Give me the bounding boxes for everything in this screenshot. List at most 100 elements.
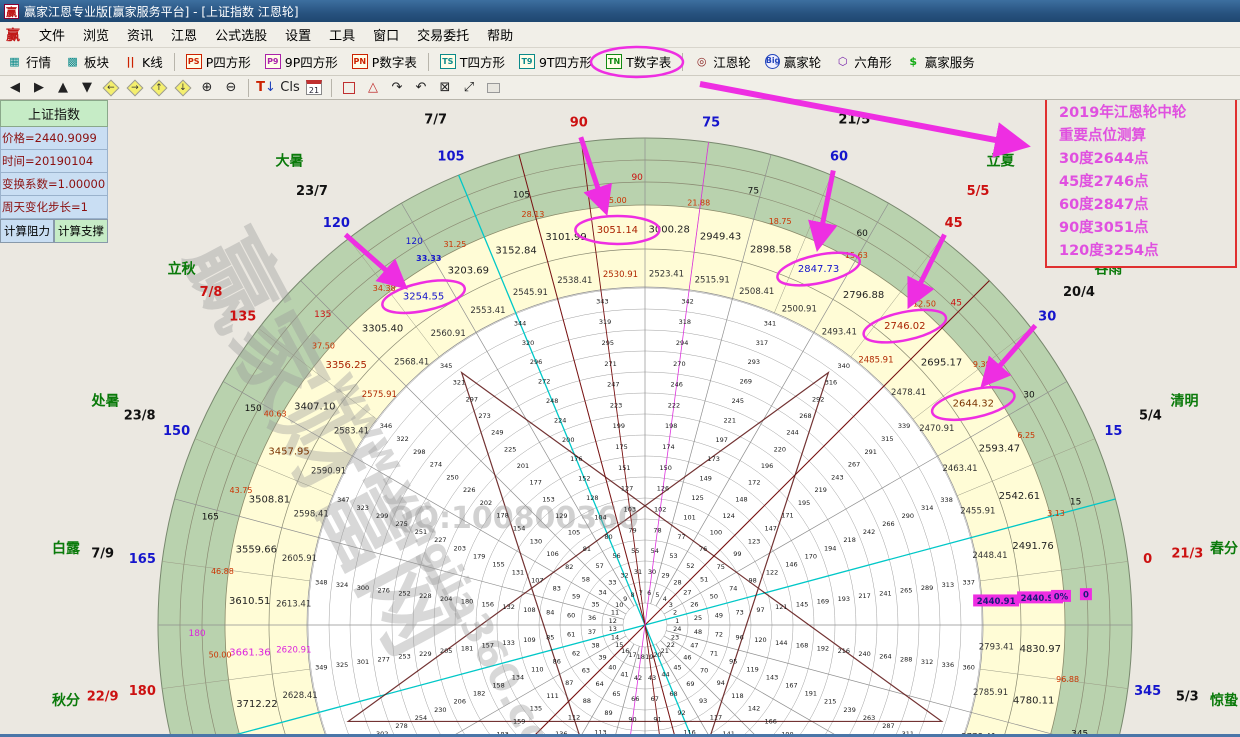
calc-resistance-button[interactable]: 计算阻力	[0, 219, 54, 243]
rotate-cw-button[interactable]: ↷	[386, 78, 408, 98]
svg-text:5: 5	[655, 591, 659, 599]
svg-text:2455.91: 2455.91	[960, 506, 995, 516]
svg-text:65: 65	[612, 690, 620, 698]
delete-box-button[interactable]: ⊠	[434, 78, 456, 98]
date-field: 时间=20190104	[0, 150, 108, 173]
toolbar-button-9T四方形[interactable]: T99T四方形	[512, 50, 599, 74]
svg-text:299: 299	[376, 512, 388, 520]
move-right-button[interactable]: →	[124, 78, 146, 98]
menu-item-2[interactable]: 资讯	[118, 22, 162, 47]
toolbar-button-赢家服务[interactable]: $赢家服务	[899, 50, 982, 74]
svg-text:25.00: 25.00	[604, 196, 627, 205]
svg-text:242: 242	[863, 528, 875, 536]
svg-text:62: 62	[572, 650, 580, 658]
svg-text:150: 150	[245, 404, 262, 414]
toolbar-label: 9T四方形	[539, 52, 592, 71]
svg-text:122: 122	[766, 568, 778, 576]
svg-text:92: 92	[677, 709, 685, 717]
svg-text:2898.58: 2898.58	[750, 244, 791, 255]
toolbar-button-P数字表[interactable]: PNP数字表	[345, 50, 424, 74]
toolbar-button-行情[interactable]: ▦行情	[0, 50, 58, 74]
svg-text:12: 12	[609, 617, 617, 625]
menu-item-5[interactable]: 设置	[276, 22, 320, 47]
svg-text:3305.40: 3305.40	[362, 323, 403, 334]
kline-icon: ||	[123, 54, 138, 69]
triangle-tool-button[interactable]: △	[362, 78, 384, 98]
title-bar: 赢 赢家江恩专业版[赢家服务平台] - [上证指数 江恩轮]	[0, 0, 1240, 22]
toolbar-button-P四方形[interactable]: PSP四方形	[179, 50, 258, 74]
svg-text:2523.41: 2523.41	[649, 270, 684, 280]
menu-item-9[interactable]: 帮助	[478, 22, 522, 47]
page-right-button[interactable]: ▶	[28, 78, 50, 98]
svg-text:48: 48	[694, 628, 702, 636]
svg-text:2500.91: 2500.91	[782, 305, 817, 315]
menu-item-4[interactable]: 公式选股	[206, 22, 276, 47]
page-down-button[interactable]: ▼	[76, 78, 98, 98]
svg-text:271: 271	[604, 360, 616, 368]
menu-item-8[interactable]: 交易委托	[408, 22, 478, 47]
svg-text:301: 301	[357, 658, 369, 666]
menu-item-6[interactable]: 工具	[320, 22, 364, 47]
svg-text:131: 131	[512, 568, 524, 576]
page-left-button[interactable]: ◀	[4, 78, 26, 98]
toolbar-button-K线[interactable]: ||K线	[116, 50, 170, 74]
svg-text:202: 202	[480, 499, 492, 507]
svg-text:2560.91: 2560.91	[431, 329, 466, 339]
svg-text:11: 11	[611, 609, 619, 617]
pn-icon: PN	[352, 54, 368, 69]
cls-button[interactable]: Cls	[279, 78, 301, 98]
svg-text:33.33: 33.33	[416, 254, 441, 263]
screen-button[interactable]	[482, 78, 504, 98]
svg-text:171: 171	[781, 512, 793, 520]
resize-button[interactable]: ⤢	[458, 78, 480, 98]
svg-text:大暑: 大暑	[275, 153, 303, 170]
svg-text:151: 151	[618, 464, 630, 472]
toolbar-button-9P四方形[interactable]: P99P四方形	[258, 50, 345, 74]
menu-item-3[interactable]: 江恩	[162, 22, 206, 47]
zoom-out-button[interactable]: ⊖	[220, 78, 242, 98]
annotation-box: 2019年江恩轮中轮重要点位测算30度2644点45度2746点60度2847点…	[1045, 90, 1237, 268]
svg-text:169: 169	[817, 598, 829, 606]
toolbar-label: 六角形	[854, 52, 892, 71]
toolbar-button-T数字表[interactable]: TNT数字表	[599, 50, 678, 74]
toolbar-button-六角形[interactable]: ⬡六角形	[828, 50, 899, 74]
t-down-button[interactable]: T↓	[255, 78, 277, 98]
square-tool-button[interactable]	[338, 78, 360, 98]
zoom-in-button[interactable]: ⊕	[196, 78, 218, 98]
menu-item-1[interactable]: 浏览	[74, 22, 118, 47]
svg-text:40: 40	[608, 663, 616, 671]
svg-text:249: 249	[491, 429, 503, 437]
svg-text:4: 4	[663, 595, 667, 603]
page-up-button[interactable]: ▲	[52, 78, 74, 98]
svg-text:53: 53	[669, 552, 677, 560]
svg-text:229: 229	[419, 650, 431, 658]
menu-item-7[interactable]: 窗口	[364, 22, 408, 47]
toolbar-button-江恩轮[interactable]: ◎江恩轮	[687, 50, 758, 74]
svg-text:44: 44	[661, 670, 669, 678]
svg-text:292: 292	[812, 395, 824, 403]
svg-text:2695.17: 2695.17	[921, 358, 962, 369]
toolbar-button-板块[interactable]: ▩板块	[58, 50, 116, 74]
svg-text:81: 81	[583, 545, 591, 553]
calc-support-button[interactable]: 计算支撑	[54, 219, 108, 243]
move-down-button[interactable]: ↓	[172, 78, 194, 98]
toolbar-label: 9P四方形	[285, 52, 338, 71]
annotation-line-2: 30度2644点	[1059, 148, 1235, 171]
calendar-button[interactable]: 21	[303, 78, 325, 98]
move-up-button[interactable]: ↑	[148, 78, 170, 98]
svg-text:193: 193	[838, 595, 850, 603]
toolbar-button-赢家轮[interactable]: Big赢家轮	[758, 50, 829, 74]
svg-text:15.63: 15.63	[845, 251, 868, 260]
svg-text:105: 105	[513, 190, 530, 200]
svg-text:267: 267	[848, 461, 860, 469]
svg-text:80: 80	[604, 533, 612, 541]
svg-text:275: 275	[395, 520, 407, 528]
svg-text:3407.10: 3407.10	[294, 401, 335, 412]
move-left-button[interactable]: ←	[100, 78, 122, 98]
svg-text:318: 318	[679, 318, 691, 326]
toolbar-button-T四方形[interactable]: TST四方形	[433, 50, 512, 74]
menu-item-0[interactable]: 文件	[30, 22, 74, 47]
svg-text:3559.66: 3559.66	[236, 544, 277, 555]
rotate-ccw-button[interactable]: ↶	[410, 78, 432, 98]
window-title: 赢家江恩专业版[赢家服务平台] - [上证指数 江恩轮]	[24, 3, 299, 20]
